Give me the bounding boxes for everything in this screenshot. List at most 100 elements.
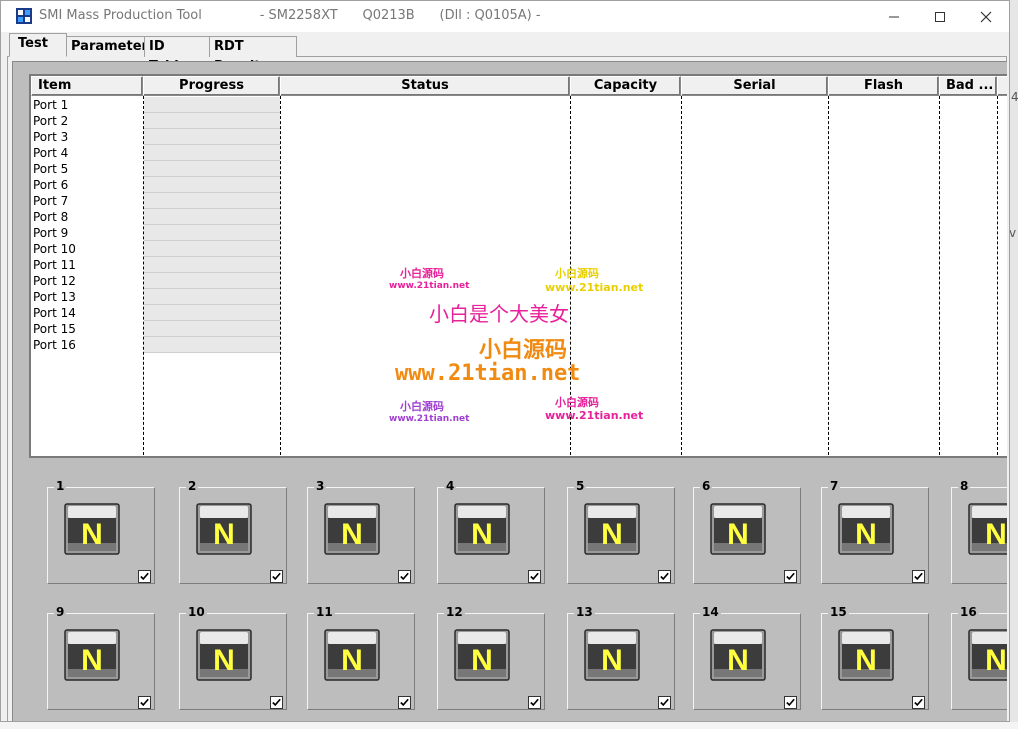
svg-text:N: N	[471, 644, 493, 677]
port-item-label: Port 10	[33, 242, 76, 256]
port-enable-checkbox[interactable]	[138, 696, 151, 709]
port-number: 3	[314, 479, 327, 493]
table-row[interactable]: Port 7	[31, 193, 1007, 209]
table-row[interactable]: Port 9	[31, 225, 1007, 241]
port-number: 15	[828, 605, 849, 619]
table-row[interactable]: Port 11	[31, 257, 1007, 273]
port-box: 8N	[951, 479, 1007, 584]
table-row[interactable]: Port 8	[31, 209, 1007, 225]
port-enable-checkbox[interactable]	[528, 696, 541, 709]
watermark-mid-cn: 小白源码	[479, 338, 568, 363]
tab-id-table[interactable]: ID Table	[144, 36, 210, 74]
drive-status-icon: N	[64, 503, 120, 555]
tab-test[interactable]: Test	[9, 33, 67, 57]
svg-text:N: N	[471, 518, 493, 551]
table-row[interactable]: Port 3	[31, 129, 1007, 145]
port-number: 5	[574, 479, 587, 493]
progress-bar	[144, 177, 280, 193]
port-enable-checkbox[interactable]	[658, 570, 671, 583]
watermark-big-url: www.21tian.net	[395, 361, 581, 386]
list-header: Item Progress Status Capacity Serial Fla…	[31, 76, 1007, 96]
app-icon	[16, 8, 32, 24]
table-row[interactable]: Port 1	[31, 97, 1007, 113]
minimize-button[interactable]	[871, 1, 917, 32]
port-number: 1	[54, 479, 67, 493]
port-number: 9	[54, 605, 67, 619]
drive-status-icon: N	[454, 629, 510, 681]
desktop-strip	[1010, 0, 1018, 729]
column-header-flash[interactable]: Flash	[828, 76, 939, 96]
progress-bar	[144, 97, 280, 113]
drive-status-icon: N	[968, 503, 1007, 555]
close-button[interactable]	[963, 1, 1009, 32]
svg-text:N: N	[601, 518, 623, 551]
port-box: 13 N	[567, 605, 675, 710]
maximize-button[interactable]	[917, 1, 963, 32]
port-item-label: Port 13	[33, 290, 76, 304]
progress-bar	[144, 161, 280, 177]
port-number: 7	[828, 479, 841, 493]
port-enable-checkbox[interactable]	[270, 570, 283, 583]
tab-parameter[interactable]: Parameter	[66, 36, 148, 57]
tab-strip: Test Parameter ID Table RDT Result	[9, 33, 297, 74]
column-header-status[interactable]: Status	[280, 76, 570, 96]
column-header-progress[interactable]: Progress	[143, 76, 280, 96]
table-row[interactable]: Port 10	[31, 241, 1007, 257]
port-box: 15 N	[821, 605, 929, 710]
port-enable-checkbox[interactable]	[398, 570, 411, 583]
svg-text:N: N	[341, 518, 363, 551]
main-window: SMI Mass Production Tool - SM2258XT Q021…	[0, 0, 1010, 722]
table-row[interactable]: Port 12	[31, 273, 1007, 289]
port-item-label: Port 7	[33, 194, 69, 208]
port-box: 12 N	[437, 605, 545, 710]
table-row[interactable]: Port 5	[31, 161, 1007, 177]
tab-rdt-result[interactable]: RDT Result	[209, 36, 297, 74]
svg-text:N: N	[213, 644, 235, 677]
port-enable-checkbox[interactable]	[398, 696, 411, 709]
watermark-small-cn: 小白源码	[400, 400, 444, 413]
port-list[interactable]: Item Progress Status Capacity Serial Fla…	[29, 74, 1007, 458]
svg-text:N: N	[81, 644, 103, 677]
port-box: 5N	[567, 479, 675, 584]
drive-status-icon: N	[454, 503, 510, 555]
progress-bar	[144, 193, 280, 209]
svg-text:N: N	[985, 644, 1007, 677]
port-enable-checkbox[interactable]	[658, 696, 671, 709]
drive-status-icon: N	[710, 629, 766, 681]
port-box: 6N	[693, 479, 801, 584]
table-row[interactable]: Port 4	[31, 145, 1007, 161]
port-number: 13	[574, 605, 595, 619]
port-item-label: Port 1	[33, 98, 69, 112]
port-enable-checkbox[interactable]	[912, 570, 925, 583]
column-header-bad[interactable]: Bad ...	[939, 76, 997, 96]
port-item-label: Port 2	[33, 114, 69, 128]
port-enable-checkbox[interactable]	[784, 570, 797, 583]
svg-text:N: N	[727, 518, 749, 551]
port-enable-checkbox[interactable]	[270, 696, 283, 709]
port-enable-checkbox[interactable]	[784, 696, 797, 709]
desktop-strip	[0, 722, 1018, 729]
drive-status-icon: N	[196, 629, 252, 681]
watermark-small-url: www.21tian.net	[545, 409, 644, 422]
watermark-small-url: www.21tian.net	[389, 281, 470, 291]
column-header-item[interactable]: Item	[31, 76, 143, 96]
table-row[interactable]: Port 2	[31, 113, 1007, 129]
drive-status-icon: N	[64, 629, 120, 681]
port-enable-checkbox[interactable]	[912, 696, 925, 709]
watermark-small-url: www.21tian.net	[389, 414, 470, 424]
column-header-capacity[interactable]: Capacity	[570, 76, 681, 96]
port-enable-checkbox[interactable]	[528, 570, 541, 583]
progress-bar	[144, 321, 280, 337]
drive-status-icon: N	[838, 629, 894, 681]
port-enable-checkbox[interactable]	[138, 570, 151, 583]
table-row[interactable]: Port 6	[31, 177, 1007, 193]
progress-bar	[144, 305, 280, 321]
port-number: 4	[444, 479, 457, 493]
drive-status-icon: N	[584, 629, 640, 681]
column-header-serial[interactable]: Serial	[681, 76, 828, 96]
port-item-label: Port 3	[33, 130, 69, 144]
column-header-extra[interactable]	[997, 76, 1007, 96]
port-box: 4N	[437, 479, 545, 584]
port-number: 6	[700, 479, 713, 493]
drive-status-icon: N	[968, 629, 1007, 681]
